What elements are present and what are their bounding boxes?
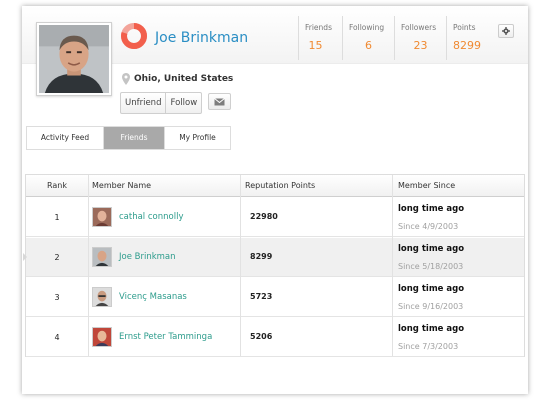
table-row: 4 Ernst Peter Tamminga 5206 long time ag…: [26, 318, 524, 357]
profile-stats: Friends 15 Following 6 Followers 23 Poin…: [298, 16, 490, 60]
stat-label: Friends: [305, 23, 332, 32]
member-since-title: long time ago: [398, 244, 465, 254]
settings-button[interactable]: [498, 24, 514, 38]
column-divider: [88, 175, 89, 356]
column-divider: [240, 175, 241, 356]
member-photo-icon: [93, 208, 111, 226]
stat-value: 23: [413, 39, 428, 52]
message-button[interactable]: [208, 93, 231, 110]
column-header-reputation[interactable]: Reputation Points: [245, 175, 315, 197]
profile-name: Joe Brinkman: [155, 30, 249, 46]
member-since-date: Since 9/16/2003: [398, 302, 464, 311]
member-photo-icon: [93, 248, 111, 266]
member-name-link[interactable]: Ernst Peter Tamminga: [119, 332, 212, 342]
member-since-title: long time ago: [398, 284, 465, 294]
table-row: 2 Joe Brinkman 8299 long time ago Since …: [23, 238, 524, 277]
reputation-points: 22980: [250, 212, 278, 221]
stat-value: 15: [308, 39, 323, 52]
stat-followers[interactable]: Followers 23: [394, 16, 446, 60]
profile-card: Joe Brinkman Ohio, United States Unfrien…: [22, 6, 528, 394]
stat-following[interactable]: Following 6: [342, 16, 394, 60]
unfriend-button[interactable]: Unfriend: [121, 93, 165, 113]
rank-cell: 1: [54, 213, 60, 222]
tab-friends[interactable]: Friends: [103, 127, 164, 149]
tab-activity-feed[interactable]: Activity Feed: [27, 127, 103, 149]
tab-my-profile[interactable]: My Profile: [164, 127, 230, 149]
member-photo-icon: [93, 328, 111, 346]
reputation-points: 5723: [250, 292, 273, 301]
member-avatar[interactable]: [92, 287, 112, 307]
member-avatar[interactable]: [92, 327, 112, 347]
column-header-member-name[interactable]: Member Name: [92, 175, 151, 197]
member-name-link[interactable]: Joe Brinkman: [119, 252, 176, 262]
friends-table: Rank Member Name Reputation Points Membe…: [23, 174, 525, 357]
relationship-buttons: Unfriend Follow: [120, 92, 203, 114]
member-since-date: Since 5/18/2003: [398, 262, 464, 271]
stat-label: Following: [349, 23, 385, 32]
member-name-link[interactable]: Vicenç Masanas: [119, 292, 187, 302]
table-row: 3 Vicenç Masanas 5723 long time ago Sinc…: [26, 278, 524, 317]
profile-tabs: Activity Feed Friends My Profile: [26, 126, 231, 150]
gear-icon: [502, 27, 510, 35]
column-header-rank[interactable]: Rank: [26, 175, 88, 197]
column-divider: [392, 175, 393, 356]
location-pin-icon: [122, 73, 130, 85]
stat-points[interactable]: Points 8299: [446, 16, 490, 60]
stat-friends[interactable]: Friends 15: [298, 16, 342, 60]
profile-avatar[interactable]: [36, 22, 112, 96]
member-photo-icon: [93, 288, 111, 306]
stat-value: 6: [365, 39, 372, 52]
member-avatar[interactable]: [92, 247, 112, 267]
member-since-date: Since 7/3/2003: [398, 342, 459, 351]
progress-donut-icon: [121, 23, 147, 49]
rank-cell: 4: [54, 333, 60, 342]
reputation-points: 5206: [250, 332, 273, 341]
envelope-icon: [214, 97, 225, 105]
rank-cell: 2: [54, 253, 60, 262]
rank-cell: 3: [54, 293, 60, 302]
member-name-link[interactable]: cathal connolly: [119, 212, 183, 222]
table-header: Rank Member Name Reputation Points Membe…: [26, 175, 524, 197]
member-since-title: long time ago: [398, 324, 465, 334]
profile-location: Ohio, United States: [134, 74, 234, 84]
stat-label: Points: [453, 23, 476, 32]
column-header-member-since[interactable]: Member Since: [398, 175, 455, 197]
profile-photo-icon: [39, 25, 109, 93]
stat-value: 8299: [453, 39, 481, 52]
follow-button[interactable]: Follow: [165, 93, 201, 113]
stat-label: Followers: [401, 23, 437, 32]
member-since-title: long time ago: [398, 204, 465, 214]
member-since-date: Since 4/9/2003: [398, 222, 459, 231]
member-avatar[interactable]: [92, 207, 112, 227]
table-row: 1 cathal connolly 22980 long time ago Si…: [26, 198, 524, 237]
reputation-points: 8299: [250, 252, 273, 261]
